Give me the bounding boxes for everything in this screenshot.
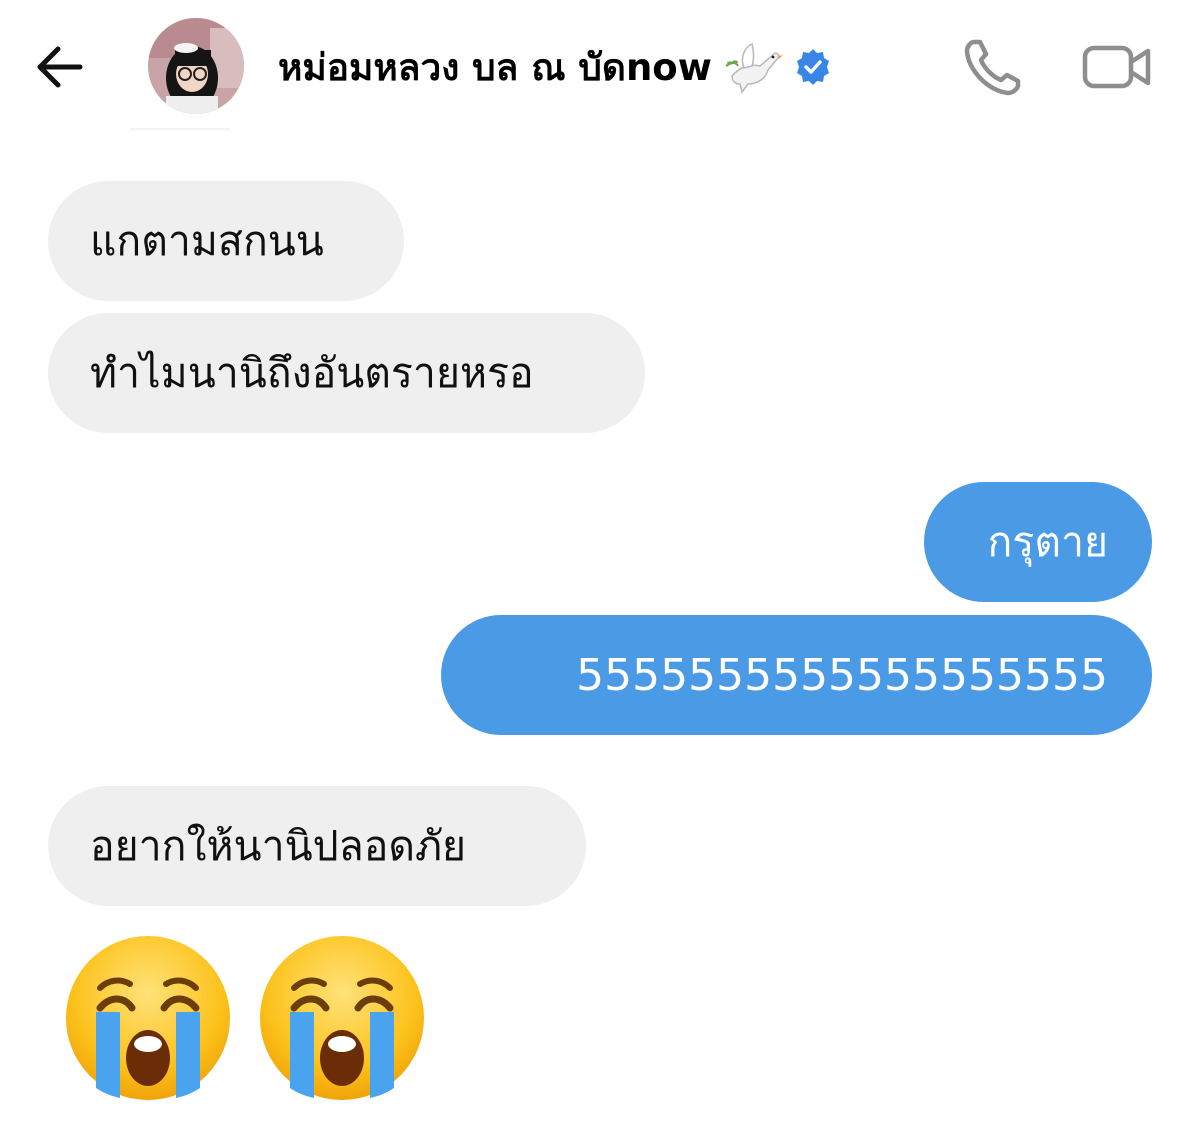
contact-avatar[interactable] xyxy=(148,18,244,114)
chat-header: หม่อมหลวง บล ณ บัดnow xyxy=(0,0,1200,132)
incoming-message[interactable]: อยากให้นานิปลอดภัย xyxy=(48,786,586,906)
message-text: อยากให้นานิปลอดภัย xyxy=(90,821,467,870)
message-text: 5555555555555555555 xyxy=(576,649,1108,701)
back-button[interactable] xyxy=(28,36,90,98)
verified-icon xyxy=(794,48,832,86)
message-text: ทำไมนานิถึงอันตรายหรอ xyxy=(90,348,534,397)
outgoing-message[interactable]: 5555555555555555555 xyxy=(441,615,1152,735)
phone-icon xyxy=(964,39,1021,96)
dove-icon xyxy=(722,36,784,98)
contact-name-text: หม่อมหลวง บล ณ บัดnow xyxy=(278,45,712,89)
incoming-message[interactable]: แกตามสกนน xyxy=(48,181,404,301)
message-text: แกตามสกนน xyxy=(90,216,324,265)
voice-call-button[interactable] xyxy=(960,34,1026,100)
video-camera-icon xyxy=(1082,45,1151,89)
video-call-button[interactable] xyxy=(1080,34,1154,100)
incoming-message[interactable]: ทำไมนานิถึงอันตรายหรอ xyxy=(48,313,645,433)
outgoing-message[interactable]: กรุตาย xyxy=(924,482,1152,602)
emoji-message[interactable] xyxy=(48,930,448,1120)
header-divider xyxy=(130,128,230,132)
loudly-crying-face-icon xyxy=(254,930,430,1106)
arrow-left-icon xyxy=(37,46,83,88)
loudly-crying-face-icon xyxy=(60,930,236,1106)
contact-name[interactable]: หม่อมหลวง บล ณ บัดnow xyxy=(278,40,832,94)
message-text: กรุตาย xyxy=(987,517,1108,566)
